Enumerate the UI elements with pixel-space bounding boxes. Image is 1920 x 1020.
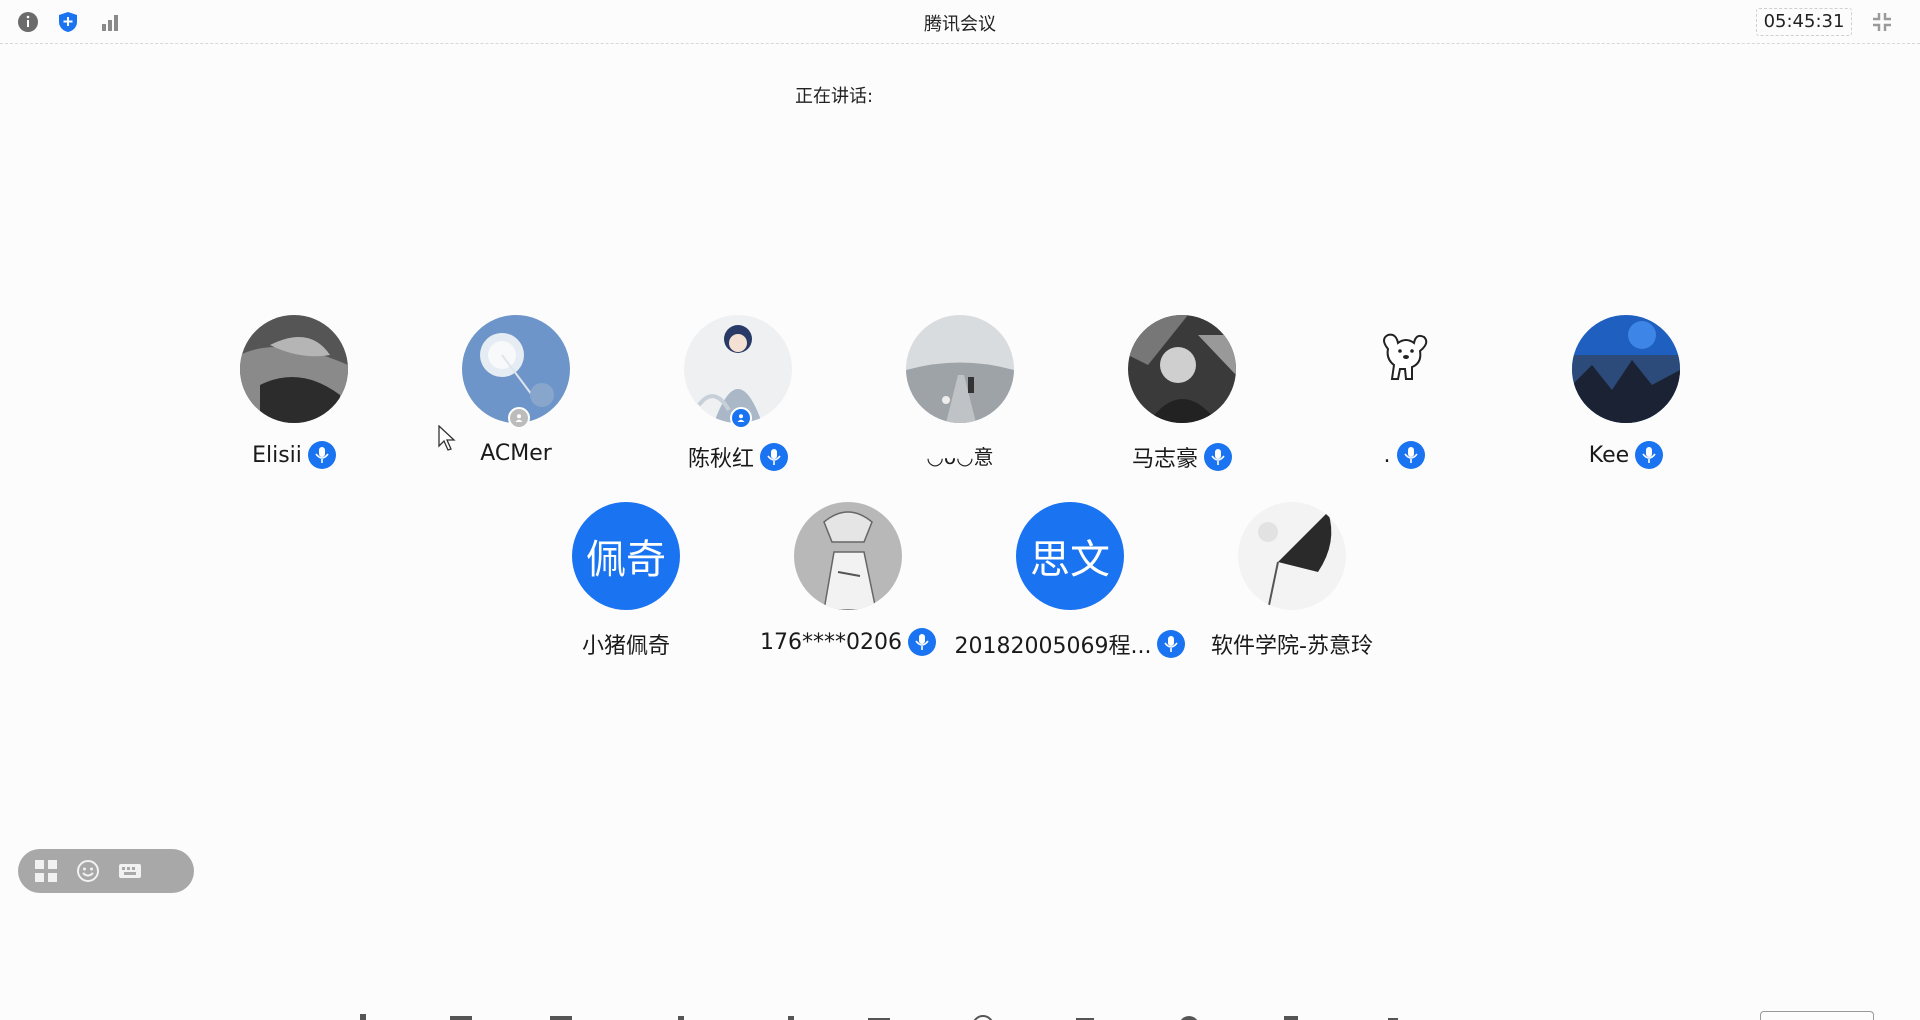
participant-tile[interactable]: Kee	[1496, 315, 1756, 469]
participant-tile[interactable]: .	[1274, 315, 1534, 469]
participant-name: ◡ᴗ◡意	[926, 445, 994, 469]
share-screen-icon[interactable]	[548, 1011, 574, 1020]
avatar	[240, 315, 348, 423]
apps-icon[interactable]	[1072, 1011, 1098, 1020]
participant-tile[interactable]: 陈秋红	[608, 315, 868, 472]
microphone-icon	[760, 443, 788, 471]
participant-name: Elisii	[252, 442, 302, 468]
fullscreen-exit-icon[interactable]	[1870, 10, 1894, 34]
bottom-toolbar	[0, 1008, 1920, 1020]
record-icon[interactable]	[970, 1011, 996, 1020]
window-title: 腾讯会议	[924, 14, 996, 35]
microphone-icon	[1204, 443, 1232, 471]
participant-tile[interactable]: ACMer	[386, 315, 646, 466]
avatar	[906, 315, 1014, 423]
host-badge	[730, 407, 752, 429]
avatar	[794, 502, 902, 610]
microphone-icon	[1396, 441, 1425, 469]
title-bar: 腾讯会议 05:45:31	[0, 0, 1920, 44]
more-icon[interactable]	[1380, 1011, 1406, 1020]
grid-layout-icon[interactable]	[32, 857, 60, 885]
microphone-icon	[307, 441, 336, 469]
floating-toolbar	[18, 849, 194, 893]
mute-icon[interactable]	[352, 1011, 378, 1020]
mouse-cursor-icon	[438, 424, 456, 455]
participant-name: 陈秋红	[687, 447, 754, 472]
avatar	[1128, 315, 1236, 423]
settings-icon[interactable]	[1176, 1011, 1202, 1020]
participant-name: .	[1383, 442, 1391, 468]
avatar	[1572, 315, 1680, 423]
keyboard-icon[interactable]	[116, 857, 144, 885]
document-icon[interactable]	[1278, 1011, 1304, 1020]
meeting-clock: 05:45:31	[1756, 8, 1852, 36]
participant-tile[interactable]: 佩奇 小猪佩奇	[496, 502, 756, 659]
host-badge	[508, 407, 530, 429]
emoji-icon[interactable]	[74, 857, 102, 885]
avatar-initials: 佩奇	[572, 502, 680, 610]
participant-name: 20182005069程...	[954, 634, 1152, 659]
avatar	[1350, 315, 1458, 423]
avatar-initials: 思文	[1016, 502, 1124, 610]
participant-tile[interactable]: 思文 20182005069程...	[940, 502, 1200, 659]
participant-name: Kee	[1588, 442, 1630, 468]
microphone-icon	[907, 628, 936, 656]
participant-name: ACMer	[480, 441, 552, 466]
members-icon[interactable]	[778, 1011, 804, 1020]
participant-tile[interactable]: 马志豪	[1052, 315, 1312, 472]
participant-name: 马志豪	[1131, 447, 1198, 472]
participant-tile[interactable]: 176****0206	[718, 502, 978, 656]
avatar	[1238, 502, 1346, 610]
participant-tile[interactable]: ◡ᴗ◡意	[830, 315, 1090, 469]
participant-tile[interactable]: 软件学院-苏意玲	[1162, 502, 1422, 659]
participant-name: 小猪佩奇	[581, 634, 670, 659]
microphone-icon	[1635, 441, 1664, 469]
invite-icon[interactable]	[668, 1011, 694, 1020]
participant-name: 软件学院-苏意玲	[1211, 634, 1373, 659]
video-icon[interactable]	[448, 1011, 474, 1020]
speaking-indicator: 正在讲话:	[795, 86, 874, 107]
chat-icon[interactable]	[866, 1011, 892, 1020]
end-meeting-button[interactable]	[1760, 1011, 1874, 1020]
participant-tile[interactable]: Elisii	[164, 315, 424, 469]
participant-name: 176****0206	[760, 629, 902, 655]
